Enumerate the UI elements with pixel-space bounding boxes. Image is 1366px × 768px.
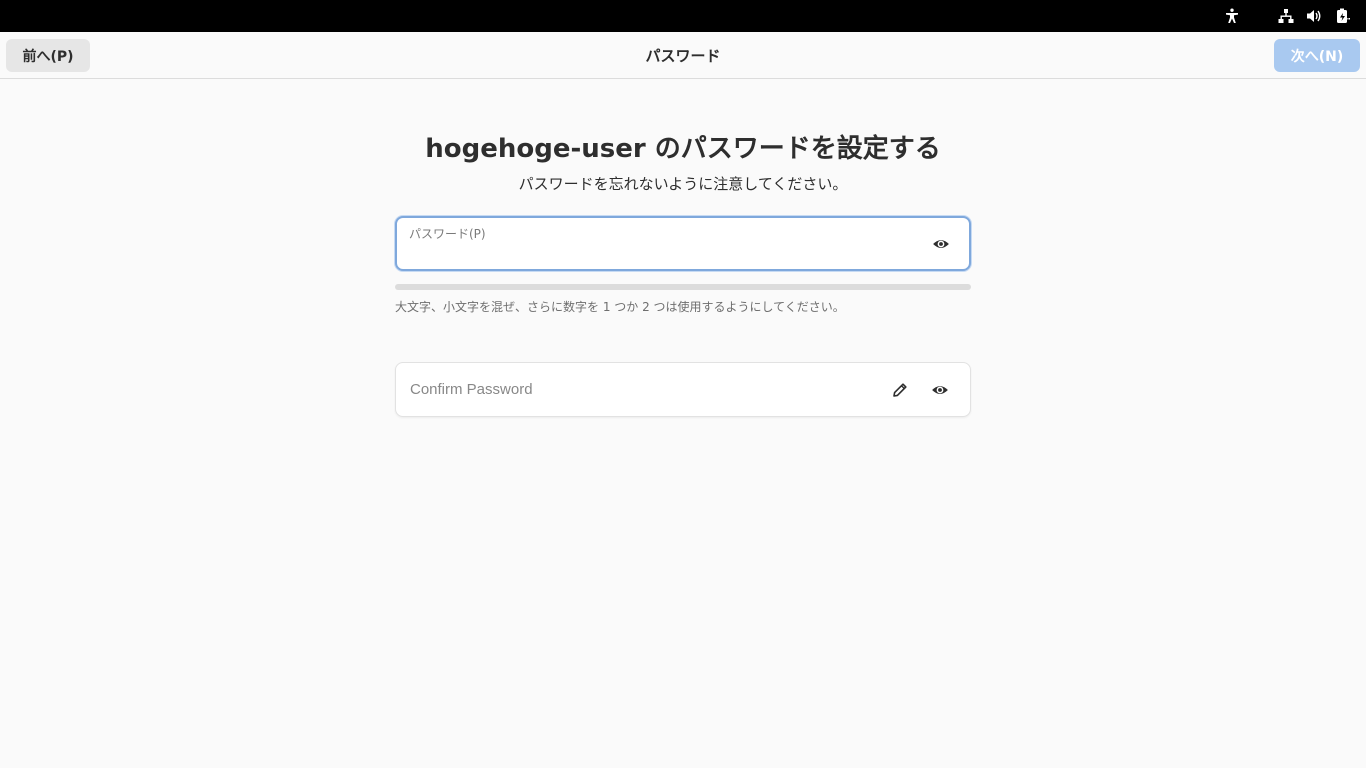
system-top-bar: [0, 0, 1366, 32]
password-hint: 大文字、小文字を混ぜ、さらに数字を 1 つか 2 つは使用するようにしてください…: [395, 300, 845, 314]
eye-icon[interactable]: [930, 380, 950, 400]
next-button[interactable]: 次へ(N): [1274, 39, 1360, 72]
battery-icon[interactable]: [1333, 6, 1353, 26]
network-wired-icon[interactable]: [1276, 6, 1296, 26]
password-field[interactable]: パスワード(P): [395, 216, 971, 271]
page-title: パスワード: [645, 47, 721, 65]
header-bar: パスワード 前へ(P) 次へ(N): [0, 32, 1366, 79]
confirm-password-placeholder: Confirm Password: [410, 381, 533, 398]
password-strength-bar: [395, 284, 971, 290]
main-heading: hogehoge-user のパスワードを設定する: [425, 134, 941, 164]
back-button[interactable]: 前へ(P): [6, 39, 90, 72]
accessibility-icon[interactable]: [1222, 6, 1242, 26]
volume-icon[interactable]: [1304, 6, 1324, 26]
eye-icon[interactable]: [931, 234, 951, 254]
confirm-password-field[interactable]: Confirm Password: [395, 362, 971, 417]
subtitle: パスワードを忘れないように注意してください。: [518, 175, 848, 193]
pencil-icon[interactable]: [890, 380, 910, 400]
password-field-label: パスワード(P): [409, 227, 486, 241]
